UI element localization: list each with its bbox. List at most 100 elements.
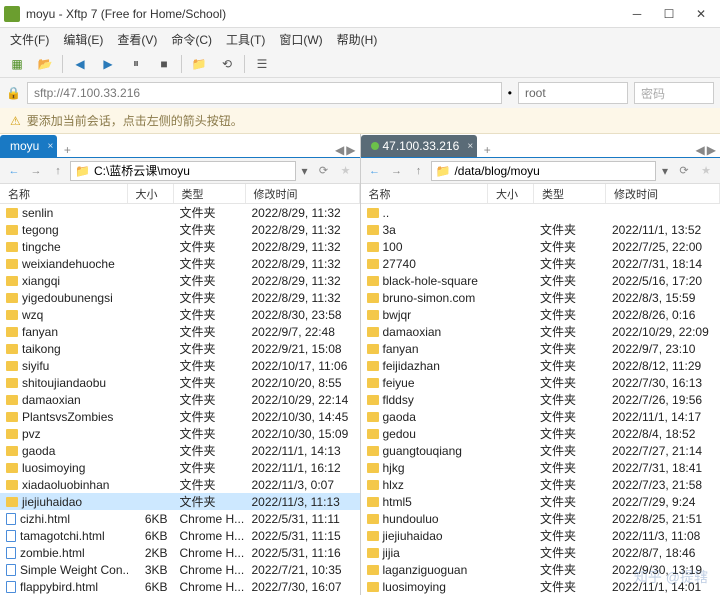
maximize-button[interactable]: ☐ (654, 3, 684, 25)
file-row[interactable]: jijia文件夹2022/8/7, 18:46 (361, 544, 720, 561)
file-row[interactable]: PlantsvsZombies文件夹2022/10/30, 14:45 (0, 408, 360, 425)
file-row[interactable]: gedou文件夹2022/8/4, 18:52 (361, 425, 720, 442)
play-icon[interactable]: ▶ (97, 53, 119, 75)
file-row[interactable]: siyifu文件夹2022/10/17, 11:06 (0, 357, 360, 374)
file-row[interactable]: taikong文件夹2022/9/21, 15:08 (0, 340, 360, 357)
file-row[interactable]: xiangqi文件夹2022/8/29, 11:32 (0, 272, 360, 289)
password-input[interactable]: 密码 (634, 82, 714, 104)
file-row[interactable]: yigedoubunengsi文件夹2022/8/29, 11:32 (0, 289, 360, 306)
dropdown-icon[interactable]: ▾ (298, 164, 312, 178)
menu-help[interactable]: 帮助(H) (331, 29, 384, 50)
file-row[interactable]: luosimoying文件夹2022/11/1, 14:01 (361, 578, 720, 595)
file-row[interactable]: 3a文件夹2022/11/1, 13:52 (361, 221, 720, 238)
col-date[interactable]: 修改时间 (606, 184, 720, 203)
file-row[interactable]: zombie.html2KBChrome H...2022/5/31, 11:1… (0, 544, 360, 561)
file-row[interactable]: damaoxian文件夹2022/10/29, 22:09 (361, 323, 720, 340)
file-row[interactable]: hlxz文件夹2022/7/23, 21:58 (361, 476, 720, 493)
file-row[interactable]: bruno-simon.com文件夹2022/8/3, 15:59 (361, 289, 720, 306)
file-row[interactable]: tingche文件夹2022/8/29, 11:32 (0, 238, 360, 255)
file-row[interactable]: html5文件夹2022/7/29, 9:24 (361, 493, 720, 510)
bookmark-icon[interactable]: ★ (336, 161, 356, 181)
file-row[interactable]: wzq文件夹2022/8/30, 23:58 (0, 306, 360, 323)
close-icon[interactable]: × (48, 141, 54, 152)
file-row[interactable]: hundouluo文件夹2022/8/25, 21:51 (361, 510, 720, 527)
file-row[interactable]: flappybird.html6KBChrome H...2022/7/30, … (0, 578, 360, 595)
back-icon[interactable]: ← (365, 161, 385, 181)
bookmark-icon[interactable]: ★ (696, 161, 716, 181)
tab-add[interactable]: + (477, 143, 497, 157)
file-row[interactable]: feiyue文件夹2022/7/30, 16:13 (361, 374, 720, 391)
col-name[interactable]: 名称 (0, 184, 128, 203)
refresh-icon[interactable]: ⟳ (674, 161, 694, 181)
file-row[interactable]: tegong文件夹2022/8/29, 11:32 (0, 221, 360, 238)
file-row[interactable]: gaoda文件夹2022/11/1, 14:17 (361, 408, 720, 425)
file-row[interactable]: fanyan文件夹2022/9/7, 22:48 (0, 323, 360, 340)
tab-next-icon[interactable]: ▶ (707, 143, 716, 157)
file-row[interactable]: jiejiuhaidao文件夹2022/11/3, 11:08 (361, 527, 720, 544)
new-folder-icon[interactable]: 📁 (188, 53, 210, 75)
file-row[interactable]: .. (361, 204, 720, 221)
up-icon[interactable]: ↑ (409, 161, 429, 181)
col-type[interactable]: 类型 (174, 184, 246, 203)
minimize-button[interactable]: ─ (622, 3, 652, 25)
transfer-left-icon[interactable]: ◀ (69, 53, 91, 75)
menu-command[interactable]: 命令(C) (165, 29, 218, 50)
menu-window[interactable]: 窗口(W) (273, 29, 328, 50)
forward-icon[interactable]: → (26, 161, 46, 181)
tab-remote[interactable]: 47.100.33.216× (361, 135, 478, 157)
col-name[interactable]: 名称 (361, 184, 489, 203)
local-path-input[interactable]: 📁 C:\蓝桥云课\moyu (70, 161, 296, 181)
menu-file[interactable]: 文件(F) (4, 29, 55, 50)
local-filelist[interactable]: senlin文件夹2022/8/29, 11:32tegong文件夹2022/8… (0, 204, 360, 595)
menu-edit[interactable]: 编辑(E) (57, 29, 109, 50)
back-icon[interactable]: ← (4, 161, 24, 181)
stop-icon[interactable]: ■ (153, 53, 175, 75)
file-row[interactable]: flddsy文件夹2022/7/26, 19:56 (361, 391, 720, 408)
file-row[interactable]: pvz文件夹2022/10/30, 15:09 (0, 425, 360, 442)
file-row[interactable]: guangtouqiang文件夹2022/7/27, 21:14 (361, 442, 720, 459)
file-row[interactable]: shitoujiandaobu文件夹2022/10/20, 8:55 (0, 374, 360, 391)
host-input[interactable]: sftp://47.100.33.216 (27, 82, 502, 104)
close-icon[interactable]: × (467, 141, 473, 152)
file-row[interactable]: hjkg文件夹2022/7/31, 18:41 (361, 459, 720, 476)
file-row[interactable]: feijidazhan文件夹2022/8/12, 11:29 (361, 357, 720, 374)
file-row[interactable]: laganziguoguan文件夹2022/9/30, 13:19 (361, 561, 720, 578)
file-row[interactable]: senlin文件夹2022/8/29, 11:32 (0, 204, 360, 221)
file-row[interactable]: Simple Weight Con...3KBChrome H...2022/7… (0, 561, 360, 578)
tab-next-icon[interactable]: ▶ (346, 143, 355, 157)
sync-icon[interactable]: ⟲ (216, 53, 238, 75)
file-row[interactable]: jiejiuhaidao文件夹2022/11/3, 11:13 (0, 493, 360, 510)
file-row[interactable]: xiadaoluobinhan文件夹2022/11/3, 0:07 (0, 476, 360, 493)
new-session-icon[interactable]: ▦ (6, 53, 28, 75)
tab-prev-icon[interactable]: ◀ (696, 143, 705, 157)
up-icon[interactable]: ↑ (48, 161, 68, 181)
remote-path-input[interactable]: 📁 /data/blog/moyu (431, 161, 657, 181)
file-row[interactable]: gaoda文件夹2022/11/1, 14:13 (0, 442, 360, 459)
dropdown-icon[interactable]: ▾ (658, 164, 672, 178)
pause-icon[interactable]: ⏸ (125, 53, 147, 75)
tab-prev-icon[interactable]: ◀ (335, 143, 344, 157)
open-session-icon[interactable]: 📂 (34, 53, 56, 75)
file-row[interactable]: luosimoying文件夹2022/11/1, 16:12 (0, 459, 360, 476)
col-size[interactable]: 大小 (488, 184, 534, 203)
tab-local[interactable]: moyu× (0, 135, 57, 157)
col-date[interactable]: 修改时间 (246, 184, 360, 203)
tab-add[interactable]: + (57, 143, 77, 157)
col-size[interactable]: 大小 (128, 184, 174, 203)
file-row[interactable]: fanyan文件夹2022/9/7, 23:10 (361, 340, 720, 357)
menu-view[interactable]: 查看(V) (111, 29, 163, 50)
file-row[interactable]: tamagotchi.html6KBChrome H...2022/5/31, … (0, 527, 360, 544)
col-type[interactable]: 类型 (534, 184, 606, 203)
queue-icon[interactable]: ☰ (251, 53, 273, 75)
username-input[interactable]: root (518, 82, 628, 104)
file-row[interactable]: weixiandehuoche文件夹2022/8/29, 11:32 (0, 255, 360, 272)
file-row[interactable]: cizhi.html6KBChrome H...2022/5/31, 11:11 (0, 510, 360, 527)
file-row[interactable]: black-hole-square文件夹2022/5/16, 17:20 (361, 272, 720, 289)
forward-icon[interactable]: → (387, 161, 407, 181)
file-row[interactable]: 27740文件夹2022/7/31, 18:14 (361, 255, 720, 272)
file-row[interactable]: bwjqr文件夹2022/8/26, 0:16 (361, 306, 720, 323)
close-button[interactable]: ✕ (686, 3, 716, 25)
remote-filelist[interactable]: ..3a文件夹2022/11/1, 13:52100文件夹2022/7/25, … (361, 204, 720, 595)
file-row[interactable]: damaoxian文件夹2022/10/29, 22:14 (0, 391, 360, 408)
file-row[interactable]: 100文件夹2022/7/25, 22:00 (361, 238, 720, 255)
